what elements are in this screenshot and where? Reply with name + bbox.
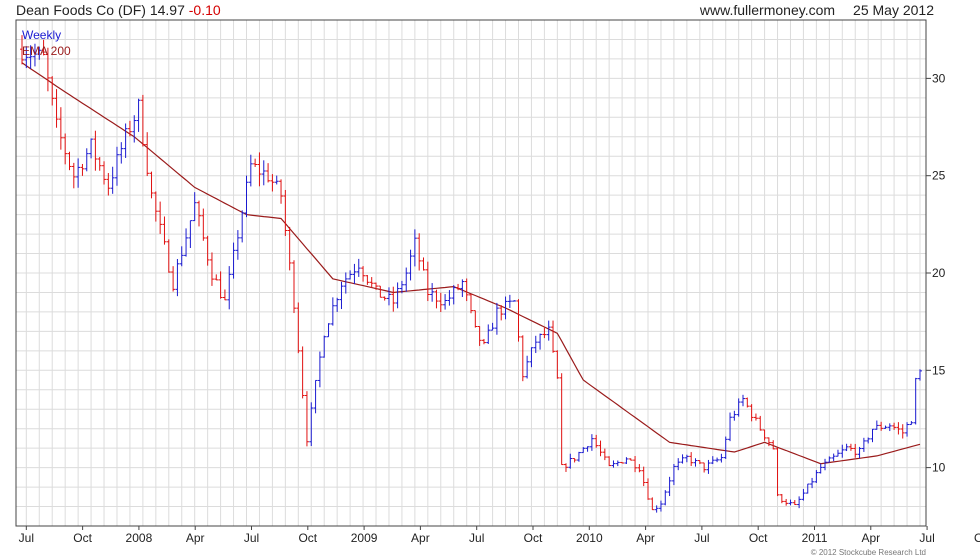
x-tick-label: Oct [524,531,543,545]
y-tick-label: 25 [932,169,946,183]
x-tick-label: 2011 [802,531,828,545]
x-tick-label: Oct [974,531,980,545]
copyright: © 2012 Stockcube Research Ltd [811,548,926,557]
x-tick-label: Apr [411,531,430,545]
x-tick-label: Oct [73,531,92,545]
y-tick-label: 20 [932,266,946,280]
x-tick-label: Apr [636,531,655,545]
x-tick-label: 2010 [576,531,603,545]
grid [16,20,926,526]
x-tick-label: Jul [469,531,484,545]
x-tick-label: 2009 [351,531,378,545]
x-tick-label: Jul [244,531,259,545]
x-tick-label: Jul [694,531,709,545]
x-tick-label: Jul [919,531,934,545]
x-tick-label: Oct [749,531,768,545]
x-tick-label: Apr [186,531,205,545]
y-tick-label: 30 [932,71,946,85]
y-tick-label: 15 [932,363,946,377]
y-axis: 10 15 20 25 30 [926,71,946,475]
candles-layer [20,35,922,513]
x-tick-label: Oct [298,531,317,545]
price-chart: 1015202530 Jul Oct 2008 Apr Jul Oct 2009 Apr Jul… [15,19,980,557]
x-tick-label: Apr [861,531,880,545]
legend-weekly: Weekly [22,28,61,42]
legend-ema: EMA 200 [22,44,71,58]
x-axis: Jul Oct 2008 Apr Jul Oct 2009 Apr Jul Oct 2010 Apr J… [19,526,980,545]
x-tick-label: 2008 [126,531,153,545]
ema-200-line [21,62,921,465]
y-tick-label: 10 [932,461,946,475]
ema-200-layer [21,62,921,465]
x-tick-label: Jul [19,531,34,545]
